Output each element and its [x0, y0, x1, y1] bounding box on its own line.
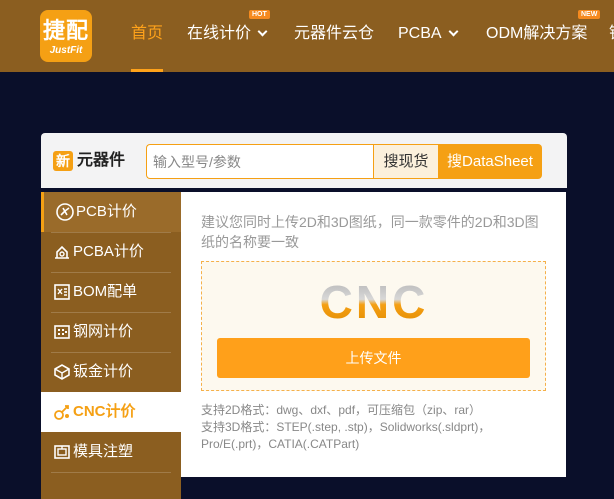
hot-badge: HOT: [249, 10, 270, 19]
sidebar-divider: [51, 472, 171, 473]
part-number-search-input[interactable]: [146, 144, 373, 179]
nav-home[interactable]: 首页: [131, 0, 164, 72]
formats-3d-text: 支持3D格式：STEP(.step, .stp)，Solidworks(.sld…: [201, 420, 491, 451]
sheet-metal-icon: [54, 364, 70, 380]
upload-file-button[interactable]: 上传文件: [217, 338, 530, 378]
sidebar-item-pcba-quote[interactable]: PCBA计价: [41, 232, 181, 272]
cnc-logo: CNC: [320, 276, 429, 326]
stencil-icon: [54, 325, 70, 339]
nav-online-quote[interactable]: 在线计价 HOT: [187, 0, 270, 72]
sidebar-item-sheet-metal-quote[interactable]: 钣金计价: [41, 352, 181, 392]
upload-hint-text: 建议您同时上传2D和3D图纸，同一款零件的2D和3D图纸的名称要一致: [201, 214, 539, 250]
sidebar-item-injection-molding[interactable]: 模具注塑: [41, 432, 181, 472]
cnc-logo-text: CNC: [320, 276, 429, 326]
justfit-logo[interactable]: 捷配 JustFit: [40, 10, 92, 62]
bom-icon: [54, 284, 70, 300]
supported-formats: 支持2D格式：dwg、dxf、pdf，可压缩包（zip、rar） 支持3D格式：…: [201, 402, 546, 453]
sidebar-item-label: 钣金计价: [73, 363, 134, 380]
nav-odm-solutions-label: ODM解决方案: [486, 25, 588, 42]
pcb-icon: [56, 203, 74, 221]
sidebar-item-label: CNC计价: [73, 403, 136, 420]
chevron-down-icon: [448, 26, 459, 37]
sidebar-item-label: PCB计价: [76, 203, 137, 220]
cnc-icon: [54, 405, 69, 420]
mold-icon: [54, 445, 70, 459]
cnc-upload-panel: 建议您同时上传2D和3D图纸，同一款零件的2D和3D图纸的名称要一致 CNC 上…: [181, 192, 566, 477]
nav-component-warehouse[interactable]: 元器件云仓: [294, 0, 374, 72]
logo-english-text: JustFit: [49, 45, 83, 56]
nav-pcba[interactable]: PCBA: [398, 0, 459, 72]
logo-chinese-text: 捷配: [42, 18, 89, 43]
sidebar-item-stencil-quote[interactable]: 钢网计价: [41, 312, 181, 352]
nav-odm-solutions[interactable]: ODM解决方案 NEW: [486, 0, 601, 72]
quote-category-sidebar: PCB计价 PCBA计价 BOM配单 钢网计价 钣金计价 CNC计价 模具注塑: [41, 192, 181, 499]
nav-home-label: 首页: [131, 25, 164, 42]
component-search-card: 新 元器件 搜现货 搜DataSheet: [41, 133, 567, 188]
sidebar-item-label: PCBA计价: [73, 243, 144, 260]
nav-stencil-truncated[interactable]: 钢: [609, 0, 614, 72]
upload-drop-zone[interactable]: CNC 上传文件: [201, 261, 546, 391]
search-datasheet-button[interactable]: 搜DataSheet: [438, 144, 542, 179]
sidebar-item-label: 模具注塑: [73, 443, 134, 460]
sidebar-item-label: 钢网计价: [73, 323, 134, 340]
new-badge: NEW: [578, 10, 601, 19]
nav-component-warehouse-label: 元器件云仓: [294, 25, 375, 42]
search-stock-button[interactable]: 搜现货: [373, 144, 439, 179]
nav-stencil-label: 钢: [609, 25, 614, 42]
sidebar-item-label: BOM配单: [73, 283, 138, 300]
search-category-label: 元器件: [77, 152, 126, 169]
sidebar-item-bom[interactable]: BOM配单: [41, 272, 181, 312]
formats-2d-text: 支持2D格式：dwg、dxf、pdf，可压缩包（zip、rar）: [201, 403, 482, 417]
top-navigation-bar: 捷配 JustFit 首页 在线计价 HOT 元器件云仓 PCBA ODM解决方…: [0, 0, 614, 72]
nav-pcba-label: PCBA: [398, 25, 442, 42]
sidebar-item-cnc-quote[interactable]: CNC计价: [41, 392, 181, 432]
sidebar-item-pcb-quote[interactable]: PCB计价: [41, 192, 181, 232]
new-tag-icon: 新: [53, 151, 73, 171]
pcba-icon: [55, 245, 69, 259]
chevron-down-icon: [257, 26, 268, 37]
nav-online-quote-label: 在线计价: [187, 25, 252, 42]
